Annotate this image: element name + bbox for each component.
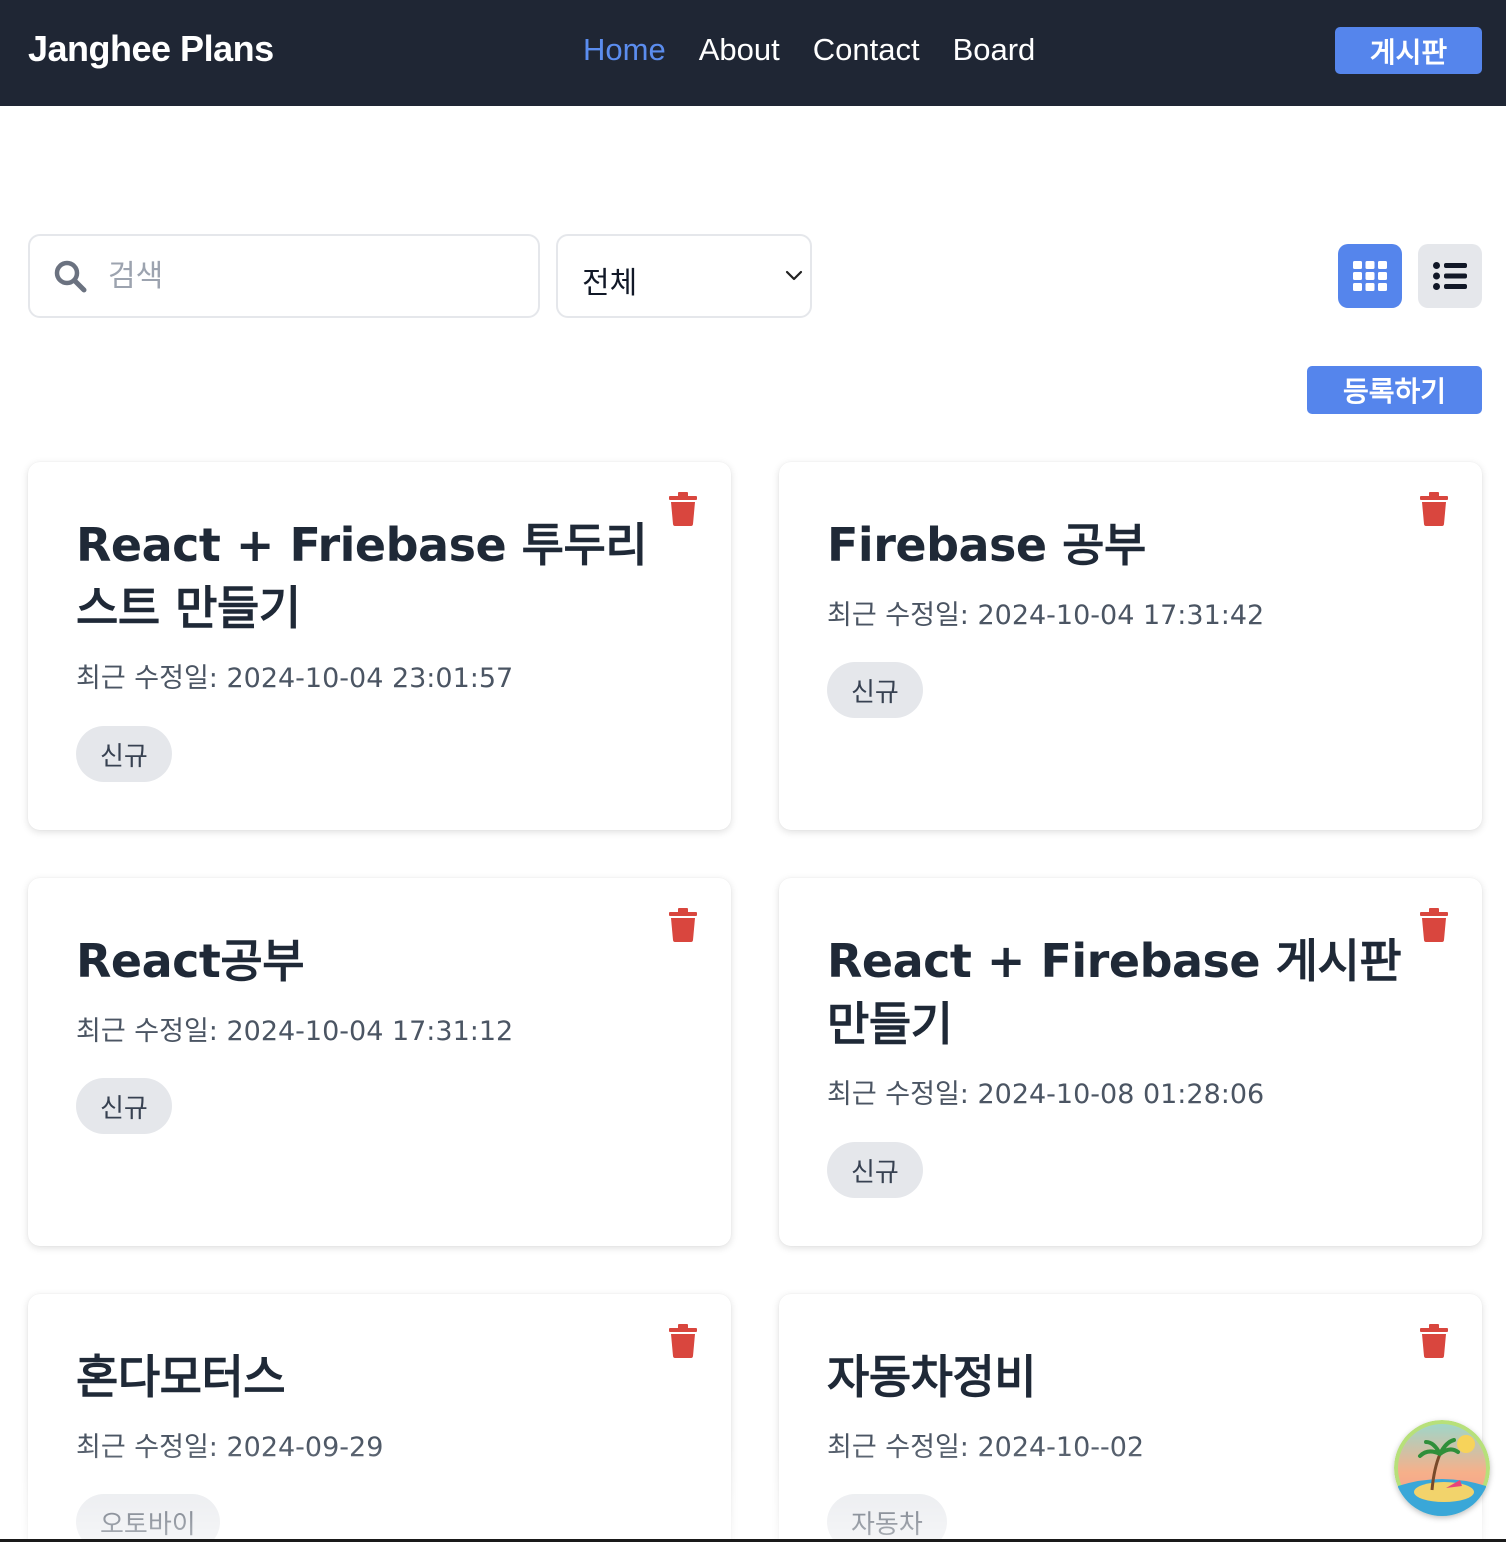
card-date: 최근 수정일: 2024-09-29	[76, 1432, 384, 1463]
nav-link-home[interactable]: Home	[583, 32, 666, 68]
trash-icon[interactable]	[1419, 908, 1449, 942]
card-date: 최근 수정일: 2024-10-04 23:01:57	[76, 663, 514, 694]
nav-link-board[interactable]: Board	[953, 32, 1036, 68]
card-title: 자동차정비	[827, 1350, 1037, 1404]
plan-card[interactable]: 자동차정비 최근 수정일: 2024-10--02 자동차	[779, 1294, 1482, 1542]
trash-icon[interactable]	[1419, 1324, 1449, 1358]
navbar: Janghee Plans Home About Contact Board 게…	[0, 0, 1506, 106]
search-box	[28, 234, 540, 318]
card-title: React + Friebase 투두리스트 만들기	[76, 518, 648, 635]
card-date: 최근 수정일: 2024-10-04 17:31:42	[827, 600, 1265, 631]
card-tag: 오토바이	[76, 1494, 220, 1542]
chevron-down-icon	[785, 270, 803, 281]
plan-card[interactable]: React + Friebase 투두리스트 만들기 최근 수정일: 2024-…	[28, 462, 731, 830]
plan-card[interactable]: Firebase 공부 최근 수정일: 2024-10-04 17:31:42 …	[779, 462, 1482, 830]
card-date: 최근 수정일: 2024-10--02	[827, 1432, 1145, 1463]
card-title: React공부	[76, 934, 305, 988]
grid-view-icon	[1353, 261, 1387, 291]
trash-icon[interactable]	[668, 908, 698, 942]
plan-card[interactable]: 혼다모터스 최근 수정일: 2024-09-29 오토바이	[28, 1294, 731, 1542]
card-title: Firebase 공부	[827, 518, 1146, 572]
card-tag: 신규	[827, 662, 923, 718]
filter-selected-value: 전체	[582, 266, 638, 301]
plan-card[interactable]: React공부 최근 수정일: 2024-10-04 17:31:12 신규	[28, 878, 731, 1246]
category-filter-select[interactable]: 전체	[556, 234, 812, 318]
register-button[interactable]: 등록하기	[1307, 366, 1482, 414]
card-date: 최근 수정일: 2024-10-04 17:31:12	[76, 1016, 514, 1047]
beach-avatar[interactable]	[1394, 1420, 1490, 1516]
trash-icon[interactable]	[1419, 492, 1449, 526]
card-tag: 신규	[76, 1078, 172, 1134]
search-icon	[54, 260, 87, 293]
list-view-icon	[1433, 262, 1467, 290]
trash-icon[interactable]	[668, 492, 698, 526]
list-view-button[interactable]	[1418, 244, 1482, 308]
card-title: 혼다모터스	[76, 1350, 286, 1404]
brand-logo[interactable]: Janghee Plans	[28, 28, 274, 70]
card-date: 최근 수정일: 2024-10-08 01:28:06	[827, 1079, 1265, 1110]
grid-view-button[interactable]	[1338, 244, 1402, 308]
search-input[interactable]	[108, 252, 528, 300]
trash-icon[interactable]	[668, 1324, 698, 1358]
card-title: React + Firebase 게시판 만들기	[827, 934, 1402, 1051]
card-tag: 신규	[827, 1142, 923, 1198]
card-tag: 신규	[76, 726, 172, 782]
card-tag: 자동차	[827, 1494, 947, 1542]
board-button[interactable]: 게시판	[1335, 27, 1482, 74]
nav-link-about[interactable]: About	[699, 32, 780, 68]
nav-link-contact[interactable]: Contact	[813, 32, 920, 68]
beach-avatar-icon	[1394, 1420, 1490, 1516]
nav-links: Home About Contact Board	[583, 32, 1035, 68]
plan-card[interactable]: React + Firebase 게시판 만들기 최근 수정일: 2024-10…	[779, 878, 1482, 1246]
